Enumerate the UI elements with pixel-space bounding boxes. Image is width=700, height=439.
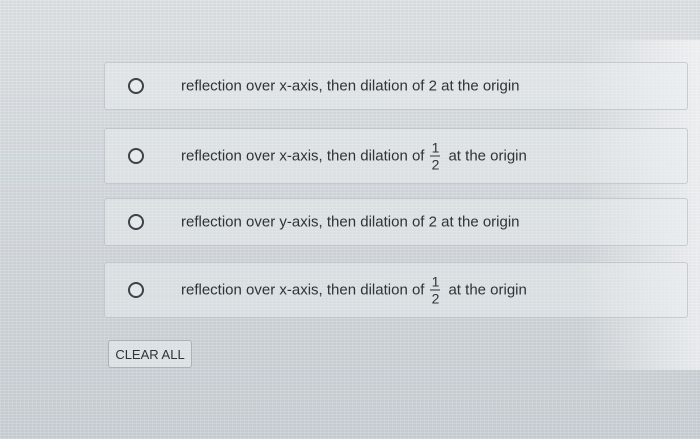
fraction-numerator: 1 — [431, 273, 440, 290]
option-text-before-4: reflection over x-axis, then dilation of — [181, 281, 425, 299]
fraction-denominator: 2 — [431, 290, 440, 307]
option-text-before-2: reflection over x-axis, then dilation of — [181, 147, 425, 165]
option-label-4: reflection over x-axis, then dilation of… — [181, 275, 527, 306]
answer-option-2[interactable]: reflection over x-axis, then dilation of… — [104, 128, 688, 184]
option-label-2: reflection over x-axis, then dilation of… — [181, 141, 527, 172]
fraction-one-half: 1 2 — [430, 139, 441, 173]
option-label-1: reflection over x-axis, then dilation of… — [181, 77, 520, 95]
fraction-numerator: 1 — [431, 139, 440, 156]
radio-button-2[interactable] — [128, 148, 144, 164]
answer-option-4[interactable]: reflection over x-axis, then dilation of… — [104, 262, 688, 318]
radio-button-1[interactable] — [128, 78, 144, 94]
option-text-after-4: at the origin — [448, 281, 527, 299]
option-text-after-2: at the origin — [448, 147, 527, 165]
fraction-denominator: 2 — [431, 156, 440, 173]
radio-button-3[interactable] — [128, 214, 144, 230]
fraction-one-half: 1 2 — [430, 273, 441, 307]
radio-button-4[interactable] — [128, 282, 144, 298]
option-label-3: reflection over y-axis, then dilation of… — [181, 213, 520, 231]
answer-option-3[interactable]: reflection over y-axis, then dilation of… — [104, 198, 688, 246]
answer-option-1[interactable]: reflection over x-axis, then dilation of… — [104, 62, 688, 110]
clear-all-button[interactable]: CLEAR ALL — [108, 340, 192, 368]
